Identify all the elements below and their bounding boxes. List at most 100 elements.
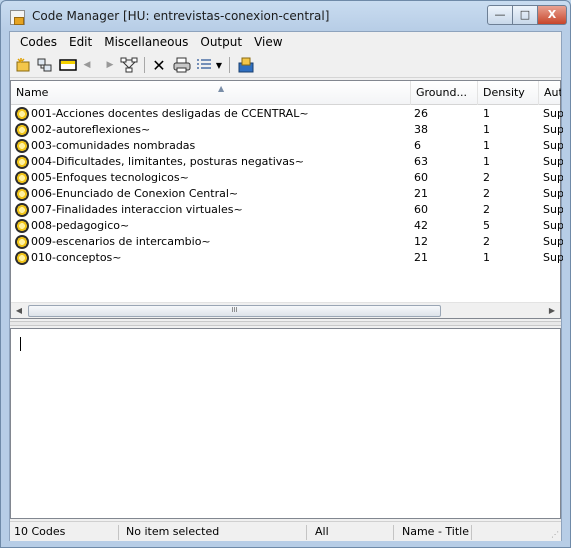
grounded-value: 21 [414, 251, 428, 264]
table-row[interactable]: 007-Finalidades interaccion virtuales~ 60… [11, 202, 563, 218]
code-icon [15, 155, 29, 169]
code-name: 010-conceptos~ [31, 251, 122, 264]
code-icon [15, 219, 29, 233]
density-value: 2 [483, 171, 490, 184]
table-row[interactable]: 002-autoreflexiones~ 38 1 Supe [11, 122, 563, 138]
status-divider [393, 525, 394, 540]
scroll-left-icon[interactable]: ◀ [11, 303, 27, 319]
table-row[interactable]: 010-conceptos~ 21 1 Supe [11, 250, 563, 266]
code-name: 009-escenarios de intercambio~ [31, 235, 211, 248]
table-row[interactable]: 005-Enfoques tecnologicos~ 60 2 Supe [11, 170, 563, 186]
status-sort: Name - Title [402, 525, 469, 538]
nav-forward-icon[interactable]: ▶ [103, 56, 117, 74]
code-name: 007-Finalidades interaccion virtuales~ [31, 203, 243, 216]
code-icon [15, 203, 29, 217]
dropdown-icon[interactable]: ▼ [214, 56, 224, 74]
code-name: 002-autoreflexiones~ [31, 123, 151, 136]
link-icon[interactable] [36, 56, 54, 74]
menu-miscellaneous[interactable]: Miscellaneous [98, 35, 194, 49]
density-value: 2 [483, 203, 490, 216]
density-value: 1 [483, 123, 490, 136]
column-density[interactable]: Density [478, 81, 539, 105]
code-name: 005-Enfoques tecnologicos~ [31, 171, 189, 184]
status-filter: All [315, 525, 329, 538]
toolbar: ◀ ▶ ✕ ▼ [10, 52, 561, 78]
author-value: Supe [543, 123, 563, 136]
code-icon [15, 171, 29, 185]
grounded-value: 21 [414, 187, 428, 200]
menu-output[interactable]: Output [194, 35, 248, 49]
table-row[interactable]: 006-Enunciado de Conexion Central~ 21 2 Sup… [11, 186, 563, 202]
density-value: 2 [483, 235, 490, 248]
sort-ascending-icon: ▲ [218, 84, 225, 93]
grounded-value: 60 [414, 171, 428, 184]
column-grounded[interactable]: Ground... [411, 81, 478, 105]
density-value: 1 [483, 251, 490, 264]
status-count: 10 Codes [14, 525, 66, 538]
grounded-value: 26 [414, 107, 428, 120]
author-value: Supe [543, 203, 563, 216]
network-icon[interactable] [119, 56, 139, 74]
code-icon [15, 123, 29, 137]
density-value: 1 [483, 139, 490, 152]
new-code-icon[interactable] [14, 56, 32, 74]
table-row[interactable]: 004-Dificultades, limitantes, posturas n… [11, 154, 563, 170]
export-icon[interactable] [236, 56, 256, 74]
author-value: Supe [543, 219, 563, 232]
menu-codes[interactable]: Codes [14, 35, 63, 49]
title-bar[interactable]: Code Manager [HU: entrevistas-conexion-c… [1, 1, 570, 31]
code-name: 004-Dificultades, limitantes, posturas n… [31, 155, 304, 168]
close-button[interactable]: X [537, 5, 567, 25]
scroll-right-icon[interactable]: ▶ [544, 303, 560, 319]
menu-edit[interactable]: Edit [63, 35, 98, 49]
table-row[interactable]: 009-escenarios de intercambio~ 12 2 Supe [11, 234, 563, 250]
status-divider [306, 525, 307, 540]
menu-bar: Codes Edit Miscellaneous Output View [10, 32, 561, 52]
grounded-value: 42 [414, 219, 428, 232]
color-icon[interactable] [58, 56, 78, 74]
horizontal-scrollbar[interactable]: ◀ III ▶ [11, 302, 560, 318]
table-row[interactable]: 003-comunidades nombradas 6 1 Supe [11, 138, 563, 154]
column-author[interactable]: Auth [539, 81, 561, 105]
author-value: Supe [543, 187, 563, 200]
toolbar-separator [229, 57, 230, 73]
delete-icon[interactable]: ✕ [150, 56, 168, 75]
code-manager-window: Code Manager [HU: entrevistas-conexion-c… [0, 0, 571, 548]
author-value: Supe [543, 251, 563, 264]
table-row[interactable]: 008-pedagogico~ 42 5 Supe [11, 218, 563, 234]
list-rows: 001-Acciones docentes desligadas de CCEN… [11, 106, 563, 266]
window-title: Code Manager [HU: entrevistas-conexion-c… [32, 9, 330, 23]
list-view-icon[interactable] [195, 56, 213, 74]
print-icon[interactable] [172, 56, 192, 74]
column-name[interactable]: Name [11, 81, 411, 105]
code-icon [15, 187, 29, 201]
app-icon [10, 10, 25, 25]
minimize-button[interactable]: — [487, 5, 513, 25]
scroll-thumb[interactable]: III [28, 305, 441, 317]
status-divider [118, 525, 119, 540]
code-icon [15, 235, 29, 249]
author-value: Supe [543, 155, 563, 168]
menu-view[interactable]: View [248, 35, 288, 49]
code-name: 001-Acciones docentes desligadas de CCEN… [31, 107, 309, 120]
table-row[interactable]: 001-Acciones docentes desligadas de CCEN… [11, 106, 563, 122]
grounded-value: 63 [414, 155, 428, 168]
code-icon [15, 107, 29, 121]
grounded-value: 6 [414, 139, 421, 152]
status-bar: 10 Codes No item selected All Name - Tit… [10, 521, 561, 541]
nav-back-icon[interactable]: ◀ [80, 56, 94, 74]
density-value: 5 [483, 219, 490, 232]
client-area: Codes Edit Miscellaneous Output View ◀ ▶… [9, 31, 563, 541]
status-divider [471, 525, 472, 540]
comment-editor[interactable] [10, 328, 561, 519]
status-selection: No item selected [126, 525, 220, 538]
code-name: 003-comunidades nombradas [31, 139, 196, 152]
toolbar-separator [144, 57, 145, 73]
maximize-button[interactable]: □ [512, 5, 538, 25]
author-value: Supe [543, 107, 563, 120]
density-value: 2 [483, 187, 490, 200]
pane-splitter[interactable] [10, 321, 561, 326]
resize-grip-icon[interactable]: ⋰ [551, 530, 559, 539]
code-list[interactable]: Name ▲ Ground... Density Auth 001-Accion… [10, 80, 563, 319]
author-value: Supe [543, 139, 563, 152]
